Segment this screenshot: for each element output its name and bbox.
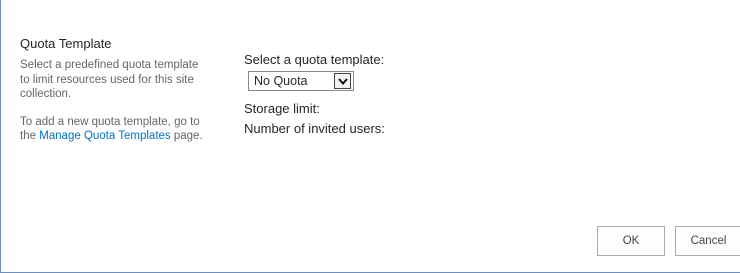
storage-limit-label: Storage limit:	[244, 101, 320, 116]
add-template-help: To add a new quota template, go to the M…	[20, 115, 210, 144]
quota-dialog: Quota Template Select a predefined quota…	[0, 0, 740, 273]
quota-description: Select a predefined quota template to li…	[20, 59, 199, 100]
manage-quota-templates-link[interactable]: Manage Quota Templates	[39, 130, 170, 142]
section-title: Quota Template	[20, 36, 112, 51]
invited-users-label: Number of invited users:	[244, 121, 385, 136]
help-text-after: page.	[170, 130, 203, 142]
quota-description-panel: Quota Template Select a predefined quota…	[20, 36, 210, 144]
quota-form: Select a quota template: No Quota Storag…	[244, 52, 385, 136]
select-template-label: Select a quota template:	[244, 52, 385, 67]
selected-template-value: No Quota	[254, 74, 308, 88]
ok-button[interactable]: OK	[597, 226, 665, 256]
chevron-down-icon[interactable]	[334, 73, 351, 89]
cancel-button[interactable]: Cancel	[675, 226, 740, 256]
quota-template-select[interactable]: No Quota	[248, 71, 354, 91]
